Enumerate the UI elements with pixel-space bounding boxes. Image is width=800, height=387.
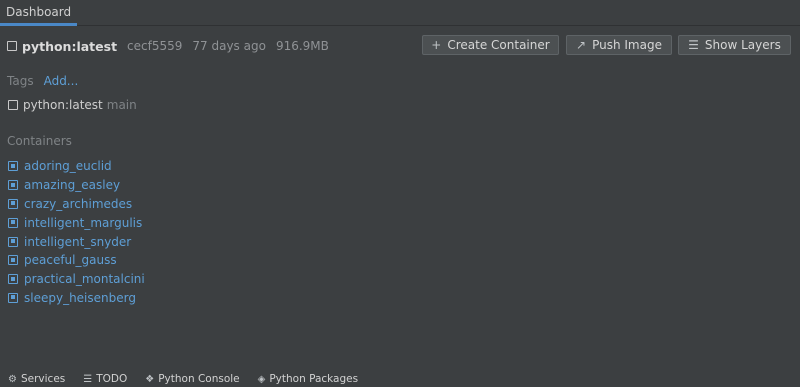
container-name: peaceful_gauss [24,253,117,268]
list-item[interactable]: practical_montalcini [8,270,145,289]
push-image-button[interactable]: ↗ Push Image [566,35,672,55]
image-id: cecf5559 [127,39,183,53]
image-icon [7,41,17,51]
container-icon [8,255,18,266]
tab-bar: Dashboard [0,0,800,26]
container-icon [8,198,18,209]
container-name: sleepy_heisenberg [24,290,136,305]
tab-dashboard[interactable]: Dashboard [0,0,78,26]
tag-item[interactable]: python:latest main [8,98,137,112]
image-name: python:latest [22,38,118,54]
tag-branch: main [106,98,137,112]
push-image-label: Push Image [592,38,662,52]
container-list: adoring_euclid amazing_easley crazy_arch… [8,157,145,307]
containers-label: Containers [7,134,72,148]
tag-name: python:latest [23,98,103,112]
tag-icon [8,100,18,110]
bottom-tool-bar: ⚙ Services ☰ TODO ❖ Python Console ◈ Pyt… [0,371,800,387]
python-packages-tool-button[interactable]: ◈ Python Packages [258,373,358,385]
services-icon: ⚙ [8,373,17,385]
layers-icon: ☰ [688,38,699,52]
list-item[interactable]: adoring_euclid [8,157,145,176]
container-name: intelligent_snyder [24,234,132,249]
show-layers-label: Show Layers [704,38,781,52]
tags-section: Tags Add... [7,74,78,88]
push-arrow-icon: ↗ [576,38,587,52]
container-name: adoring_euclid [24,159,112,174]
list-item[interactable]: intelligent_margulis [8,213,145,232]
container-icon [8,236,18,247]
python-packages-label: Python Packages [269,373,359,385]
list-item[interactable]: crazy_archimedes [8,195,145,214]
show-layers-button[interactable]: ☰ Show Layers [678,35,791,55]
list-item[interactable]: sleepy_heisenberg [8,289,145,308]
todo-label: TODO [96,373,128,385]
list-item[interactable]: intelligent_snyder [8,232,145,251]
services-label: Services [20,373,66,385]
plus-icon: + [431,38,442,52]
list-icon: ☰ [83,373,93,385]
create-container-button[interactable]: + Create Container [422,35,559,55]
tags-label: Tags [7,74,34,88]
list-item[interactable]: amazing_easley [8,176,145,195]
container-name: practical_montalcini [24,272,145,287]
image-age: 77 days ago [192,39,266,53]
container-icon [8,161,18,172]
add-tag-link[interactable]: Add... [44,74,79,88]
todo-tool-button[interactable]: ☰ TODO [83,373,127,385]
image-size: 916.9MB [275,39,329,53]
packages-icon: ◈ [257,373,266,385]
container-name: intelligent_margulis [24,215,143,230]
container-name: amazing_easley [24,178,121,193]
container-icon [8,180,18,191]
python-icon: ❖ [145,373,155,385]
container-icon [8,217,18,228]
container-icon [8,292,18,303]
image-header: python:latest cecf5559 77 days ago 916.9… [7,37,339,55]
create-container-label: Create Container [447,38,550,52]
python-console-tool-button[interactable]: ❖ Python Console [145,373,239,385]
container-name: crazy_archimedes [24,196,133,211]
python-console-label: Python Console [158,373,240,385]
container-icon [8,274,18,285]
list-item[interactable]: peaceful_gauss [8,251,145,270]
services-tool-button[interactable]: ⚙ Services [8,373,65,385]
